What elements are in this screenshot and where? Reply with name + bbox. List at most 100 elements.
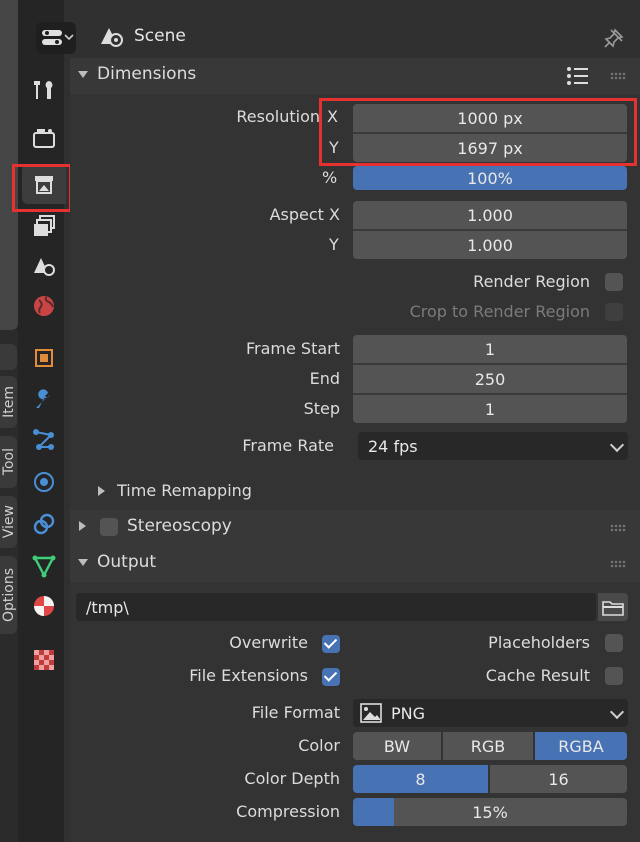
collapse-triangle-icon <box>78 559 88 566</box>
properties-editor-icon <box>42 30 74 45</box>
material-sphere-icon <box>34 596 54 616</box>
cache-result-checkbox[interactable] <box>605 667 623 685</box>
crop-render-region-label: Crop to Render Region <box>409 302 590 321</box>
field-divider <box>353 363 627 365</box>
panel-drag-grip[interactable] <box>610 524 626 532</box>
n-panel-toggle[interactable] <box>0 344 17 370</box>
placeholders-label: Placeholders <box>488 633 590 652</box>
compression-slider[interactable]: 15% <box>353 798 627 826</box>
stereoscopy-checkbox[interactable] <box>100 518 118 536</box>
panel-drag-grip[interactable] <box>610 560 626 568</box>
output-title: Output <box>97 552 157 572</box>
compression-value: 15% <box>472 802 508 822</box>
tab-tool-label: Tool <box>0 448 17 476</box>
tool-icon <box>34 81 53 99</box>
render-tab[interactable] <box>22 118 66 158</box>
n-panel-tab-item[interactable]: Item <box>0 376 17 428</box>
n-panel-tab-options[interactable]: Options <box>0 556 17 634</box>
color-bw-button[interactable]: BW <box>353 732 441 760</box>
aspect-y-label: Y <box>329 235 339 254</box>
frame-rate-label: Frame Rate <box>242 436 334 455</box>
output-tab-highlight <box>12 164 72 212</box>
n-panel-tab-view[interactable]: View <box>0 496 17 548</box>
particles-tab[interactable] <box>22 420 66 460</box>
n-panel-tab-tool[interactable]: Tool <box>0 436 17 488</box>
placeholders-checkbox[interactable] <box>605 634 623 652</box>
overwrite-label: Overwrite <box>229 633 308 652</box>
resolution-highlight <box>319 98 637 166</box>
tab-options-label: Options <box>0 567 17 623</box>
constraint-icon <box>33 513 55 535</box>
view-layer-tab[interactable] <box>22 206 66 246</box>
texture-tab[interactable] <box>22 640 66 680</box>
expand-triangle-icon <box>79 521 86 531</box>
color-rgba-button[interactable]: RGBA <box>535 732 627 760</box>
material-tab[interactable] <box>22 586 66 626</box>
pin-icon[interactable] <box>602 26 626 50</box>
dimensions-title: Dimensions <box>97 64 197 84</box>
field-divider <box>353 229 627 231</box>
time-remapping-subpanel[interactable]: Time Remapping <box>117 481 252 500</box>
output-path-value: /tmp\ <box>86 597 129 617</box>
editor-type-button[interactable] <box>36 22 76 54</box>
aspect-x-field[interactable]: 1.000 <box>353 201 627 229</box>
physics-icon <box>34 472 54 492</box>
color-depth-16-button[interactable]: 16 <box>490 765 627 793</box>
frame-end-field[interactable]: 250 <box>353 365 627 393</box>
object-icon <box>35 349 53 367</box>
render-region-checkbox[interactable] <box>605 273 623 291</box>
color-depth-label: Color Depth <box>244 769 340 788</box>
physics-tab[interactable] <box>22 462 66 502</box>
wrench-icon <box>36 389 50 408</box>
object-tab[interactable] <box>22 338 66 378</box>
scene-tab[interactable] <box>22 246 66 286</box>
crop-render-region-checkbox[interactable] <box>605 303 623 321</box>
world-tab[interactable] <box>22 286 66 326</box>
data-tab[interactable] <box>22 546 66 586</box>
overwrite-checkbox[interactable] <box>322 635 340 653</box>
scene-icon <box>101 28 123 47</box>
frame-step-field[interactable]: 1 <box>353 395 627 423</box>
aspect-y-field[interactable]: 1.000 <box>353 231 627 259</box>
file-extensions-checkbox[interactable] <box>322 668 340 686</box>
file-format-dropdown[interactable]: PNG <box>353 699 628 727</box>
frame-step-label: Step <box>303 399 340 418</box>
frame-rate-dropdown[interactable]: 24 fps <box>358 432 628 460</box>
field-divider <box>353 393 627 395</box>
constraints-tab[interactable] <box>22 504 66 544</box>
render-region-label: Render Region <box>473 272 590 291</box>
frame-start-field[interactable]: 1 <box>353 335 627 363</box>
resolution-percent-slider[interactable]: 100% <box>353 166 627 190</box>
tab-item-label: Item <box>0 386 17 418</box>
tab-view-label: View <box>0 505 17 539</box>
tool-tab[interactable] <box>22 70 66 110</box>
output-path-input[interactable]: /tmp\ <box>76 593 596 621</box>
browse-folder-button[interactable] <box>598 593 628 621</box>
expand-triangle-icon <box>98 486 105 496</box>
color-label: Color <box>298 736 340 755</box>
stereoscopy-title: Stereoscopy <box>127 516 232 536</box>
compression-label: Compression <box>236 802 340 821</box>
file-format-value: PNG <box>391 703 426 723</box>
scene-tab-icon <box>34 258 55 276</box>
world-icon <box>34 296 54 316</box>
file-extensions-label: File Extensions <box>189 666 308 685</box>
image-file-icon <box>360 703 382 723</box>
texture-checker-icon <box>34 650 54 670</box>
scene-context-label: Scene <box>134 26 186 46</box>
panel-drag-grip[interactable] <box>610 72 626 80</box>
folder-icon <box>602 601 624 616</box>
file-format-label: File Format <box>251 703 340 722</box>
color-depth-8-button[interactable]: 8 <box>353 765 488 793</box>
frame-rate-value: 24 fps <box>368 436 418 456</box>
color-rgb-button[interactable]: RGB <box>443 732 533 760</box>
aspect-x-label: Aspect X <box>269 205 340 224</box>
presets-list-icon[interactable] <box>566 66 590 86</box>
modifier-tab[interactable] <box>22 380 66 420</box>
percent-label: % <box>322 168 338 187</box>
view-layer-icon <box>34 215 55 236</box>
frame-end-label: End <box>309 369 340 388</box>
resolution-label: Resolution <box>236 107 320 126</box>
compression-slider-fill <box>353 798 395 826</box>
render-camera-icon <box>33 129 55 148</box>
